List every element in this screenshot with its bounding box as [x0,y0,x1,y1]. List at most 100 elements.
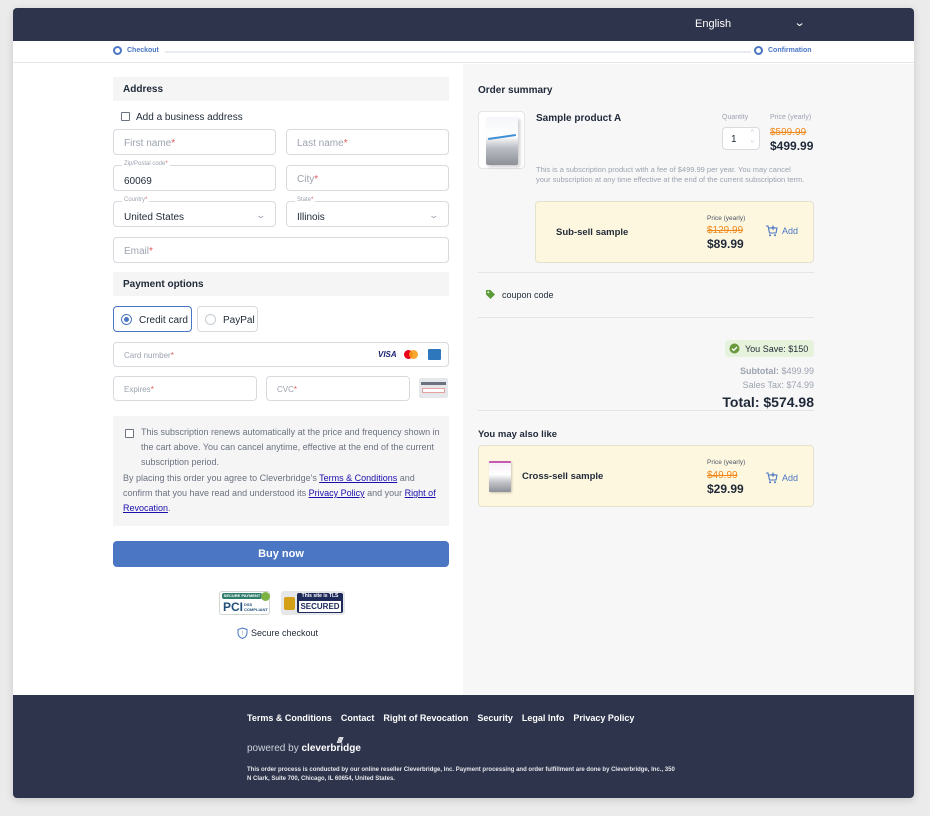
credit-card-label: Credit card [139,315,188,326]
check-circle-icon [729,343,740,354]
required-mark: * [170,351,174,360]
cross-sell-image [489,461,511,492]
footer-link-revocation[interactable]: Right of Revocation [383,713,468,723]
quantity-stepper[interactable]: 1 ˄ ˅ [722,127,760,150]
footer-link-contact[interactable]: Contact [341,713,375,723]
top-bar: English ⌄ [13,8,914,41]
step-label: Checkout [127,47,159,54]
tax-value: $74.99 [786,380,814,390]
required-mark: * [343,138,348,149]
paypal-option[interactable]: PayPal [197,306,258,332]
cross-sell-name: Cross-sell sample [522,471,604,482]
powered-by-text: powered by [247,743,299,754]
order-summary-panel: Order summary Sample product A Quantity … [463,64,914,695]
country-label: Country [124,197,146,203]
footer-links: Terms & Conditions Contact Right of Revo… [247,713,643,723]
required-mark: * [293,385,298,394]
business-address-checkbox[interactable] [121,112,130,121]
cvc-field[interactable]: CVC* [266,376,410,401]
subsell-name: Sub-sell sample [556,227,629,238]
powered-by-logo: powered by cleverbridge //// [247,736,361,754]
payment-heading: Payment options [113,272,449,296]
buy-now-button[interactable]: Buy now [113,541,449,567]
divider [478,272,814,273]
privacy-link[interactable]: Privacy Policy [309,488,365,498]
credit-card-option[interactable]: Credit card [113,306,192,332]
subscription-consent-checkbox[interactable] [125,429,134,438]
add-to-cart-icon [766,225,778,237]
chevron-down-icon: ⌄ [255,210,267,220]
legal-box: This subscription renews automatically a… [113,416,449,526]
product-name: Sample product A [536,113,622,124]
progress-line [165,51,751,53]
visa-icon: VISA [378,350,397,359]
state-label: State [297,197,312,203]
decrement-icon[interactable]: ˅ [750,140,754,146]
total-value: $574.98 [763,394,814,410]
step-checkout: Checkout [113,46,159,55]
terms-link[interactable]: Terms & Conditions [319,473,397,483]
coupon-code-label: coupon code [502,289,554,300]
subsell-add-label: Add [782,226,799,236]
add-to-cart-icon [766,472,778,484]
language-select[interactable]: English [695,18,731,30]
footer-link-privacy[interactable]: Privacy Policy [573,713,634,723]
product-price: $499.99 [770,139,814,153]
last-name-placeholder: Last name [297,138,344,149]
required-mark: * [311,197,314,203]
progress-steps: Checkout Confirmation [13,41,914,63]
first-name-placeholder: First name [124,138,172,149]
quantity-value: 1 [731,134,737,145]
business-address-label: Add a business address [136,112,243,123]
first-name-field[interactable]: First name* [113,129,276,155]
subtotal-label: Subtotal: [739,366,779,376]
last-name-field[interactable]: Last name* [286,129,449,155]
checkout-window: English ⌄ Checkout Confirmation Address … [13,8,914,798]
required-mark: * [149,246,153,257]
subtotal-row: Subtotal: $499.99 [740,366,814,376]
cleverbridge-logo-icon: //// [337,736,343,745]
zip-label: Zip/Postal code [124,161,166,167]
total-label: Total: [722,394,760,410]
cross-sell-add-button[interactable]: Add [765,472,798,484]
you-save-badge: You Save: $150 [725,340,814,357]
footer-link-terms[interactable]: Terms & Conditions [247,713,332,723]
paypal-label: PayPal [223,315,255,326]
pci-sub-text: DSS COMPLIANT [244,602,268,612]
card-number-field[interactable]: Card number* VISA [113,342,449,367]
city-field[interactable]: City* [286,165,449,191]
state-select[interactable]: State* Illinois ⌄ [286,197,449,227]
footer-link-legal[interactable]: Legal Info [522,713,565,723]
cross-sell-old-price: $49.99 [707,470,738,481]
zip-value: 60069 [124,176,152,187]
order-summary-heading: Order summary [478,85,553,96]
agreement-end: . [168,503,171,513]
radio-icon [205,314,216,325]
secure-checkout: ! Secure checkout [237,627,318,639]
email-field[interactable]: Email* [113,237,449,263]
cvc-card-icon [419,378,448,398]
country-value: United States [124,212,185,223]
radio-selected-icon [121,314,132,325]
required-mark: * [145,197,148,203]
product-old-price: $599.99 [770,127,807,138]
cross-sell-price: $29.99 [707,482,744,496]
expires-field[interactable]: Expires* [113,376,257,401]
subsell-add-button[interactable]: Add [765,225,798,237]
country-select[interactable]: Country* United States ⌄ [113,197,276,227]
divider [478,317,814,318]
chevron-down-icon[interactable]: ⌄ [794,16,806,29]
agreement-mid2: and your [364,488,405,498]
subtotal-value: $499.99 [781,366,814,376]
coupon-code-link[interactable]: coupon code [485,289,554,300]
required-mark: * [165,161,168,167]
increment-icon[interactable]: ˄ [750,129,754,135]
zip-field[interactable]: Zip/Postal code* 60069 [113,161,276,191]
total-row: Total: $574.98 [722,394,814,410]
cross-sell-card: Cross-sell sample Price (yearly) $49.99 … [478,445,814,507]
subsell-price: $89.99 [707,237,744,251]
cross-sell-price-label: Price (yearly) [707,459,746,466]
footer-link-security[interactable]: Security [477,713,513,723]
shield-icon: ! [237,627,248,639]
svg-text:!: ! [242,631,243,637]
